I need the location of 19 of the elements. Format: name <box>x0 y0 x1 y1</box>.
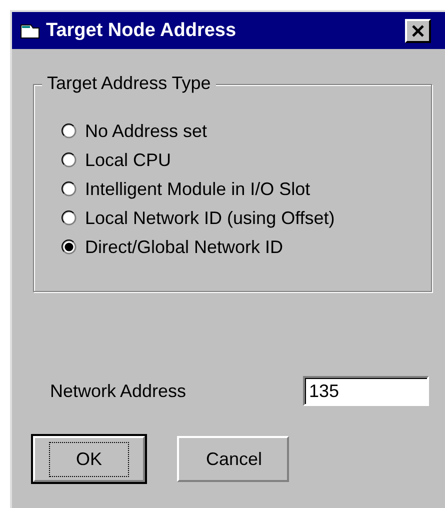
option-label: No Address set <box>85 120 208 142</box>
field-label: Network Address <box>50 380 186 402</box>
network-address-field[interactable]: 135 <box>303 376 429 406</box>
option-label: Intelligent Module in I/O Slot <box>85 178 310 200</box>
group-label: Target Address Type <box>42 73 216 94</box>
ok-button[interactable]: OK <box>33 436 145 482</box>
cancel-button[interactable]: Cancel <box>177 436 289 482</box>
radio-button[interactable] <box>61 152 77 168</box>
option-label: Local CPU <box>85 150 172 170</box>
close-icon <box>411 24 425 36</box>
close-button[interactable] <box>405 18 431 42</box>
window-title: Target Node Address <box>46 20 236 42</box>
radio-button[interactable] <box>61 239 77 255</box>
option-label: Direct/Global Network ID <box>85 236 284 258</box>
radio-button[interactable] <box>61 123 77 139</box>
option-label: Local Network ID (using Offset) <box>85 208 335 228</box>
window-icon <box>20 22 40 38</box>
radio-button[interactable] <box>61 181 77 197</box>
radio-button[interactable] <box>61 210 77 226</box>
